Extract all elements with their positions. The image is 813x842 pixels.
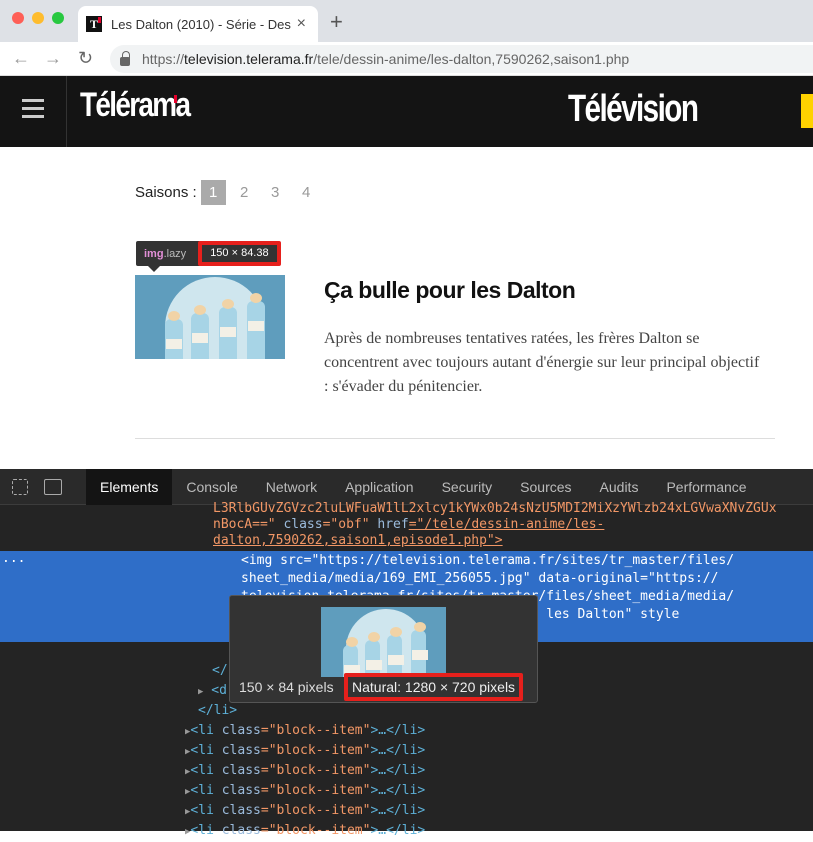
seasons-label: Saisons :	[135, 184, 197, 201]
logo-accent	[174, 95, 177, 103]
dom-line-block-item[interactable]: ▶<li class="block--item">…</li>	[185, 821, 425, 842]
natural-dimensions: Natural: 1280 × 720 pixels	[344, 673, 524, 701]
lock-icon	[120, 50, 130, 66]
rendered-dimensions: 150 × 84 pixels	[239, 679, 334, 695]
browser-tab[interactable]: T Les Dalton (2010) - Série - Des ×	[78, 6, 318, 42]
dom-line-block-item[interactable]: ▶<li class="block--item">…</li>	[185, 801, 425, 822]
divider	[135, 438, 775, 439]
device-toolbar-icon[interactable]	[44, 479, 62, 495]
dom-line-block-item[interactable]: ▶<li class="block--item">…</li>	[185, 721, 425, 742]
header-divider	[66, 76, 67, 147]
tab-title: Les Dalton (2010) - Série - Des	[111, 16, 291, 32]
image-preview-popup: 150 × 84 pixels Natural: 1280 × 720 pixe…	[229, 595, 538, 703]
hamburger-menu-icon[interactable]	[22, 99, 44, 119]
forward-icon[interactable]: →	[44, 48, 62, 69]
episode-thumbnail[interactable]	[135, 275, 285, 359]
dom-line[interactable]: ▶ <d	[198, 681, 227, 702]
expand-triangle-icon: ▶	[198, 687, 204, 697]
dom-line[interactable]: </li>	[198, 701, 237, 721]
season-3[interactable]: 3	[263, 180, 288, 205]
tab-elements[interactable]: Elements	[86, 469, 173, 505]
section-title[interactable]: Télévision	[568, 88, 699, 131]
season-4[interactable]: 4	[294, 180, 319, 205]
dom-line-block-item[interactable]: ▶<li class="block--item">…</li>	[185, 781, 425, 802]
tooltip-tag: img	[144, 247, 164, 260]
address-bar[interactable]: https://television.telerama.fr/tele/dess…	[110, 45, 813, 73]
dom-line-block-item[interactable]: ▶<li class="block--item">…</li>	[185, 761, 425, 782]
telerama-favicon-icon: T	[86, 16, 102, 32]
tooltip-size: 150 × 84.38	[198, 241, 281, 266]
season-selector: Saisons : 1 2 3 4	[135, 180, 319, 205]
site-header: Télérama Télévision	[0, 76, 813, 147]
maximize-window-button[interactable]	[52, 12, 64, 24]
dom-line[interactable]: dalton,7590262,saison1,episode1.php">	[213, 531, 503, 551]
browser-tab-strip: T Les Dalton (2010) - Série - Des × +	[0, 0, 813, 42]
episode-title[interactable]: Ça bulle pour les Dalton	[324, 277, 576, 304]
season-2[interactable]: 2	[232, 180, 257, 205]
inspector-tooltip: img .lazy 150 × 84.38	[136, 241, 281, 272]
url-text: https://television.telerama.fr/tele/dess…	[142, 51, 630, 67]
dom-line[interactable]: </	[212, 661, 228, 681]
season-1[interactable]: 1	[200, 180, 226, 205]
site-logo[interactable]: Télérama	[80, 86, 191, 125]
new-tab-button[interactable]: +	[330, 9, 343, 35]
dom-line-block-item[interactable]: ▶<li class="block--item">…</li>	[185, 741, 425, 762]
tooltip-class: .lazy	[163, 247, 187, 260]
close-window-button[interactable]	[12, 12, 24, 24]
header-action-button[interactable]	[801, 94, 813, 128]
episode-description: Après de nombreuses tentatives ratées, l…	[324, 330, 760, 395]
ellipsis-icon[interactable]: ...	[2, 549, 25, 569]
close-tab-icon[interactable]: ×	[297, 15, 306, 33]
back-icon[interactable]: ←	[12, 48, 30, 69]
browser-toolbar: ← → ↻ https://television.telerama.fr/tel…	[0, 42, 813, 76]
reload-icon[interactable]: ↻	[78, 48, 93, 69]
minimize-window-button[interactable]	[32, 12, 44, 24]
preview-image	[321, 607, 446, 677]
inspect-element-icon[interactable]	[12, 479, 28, 495]
